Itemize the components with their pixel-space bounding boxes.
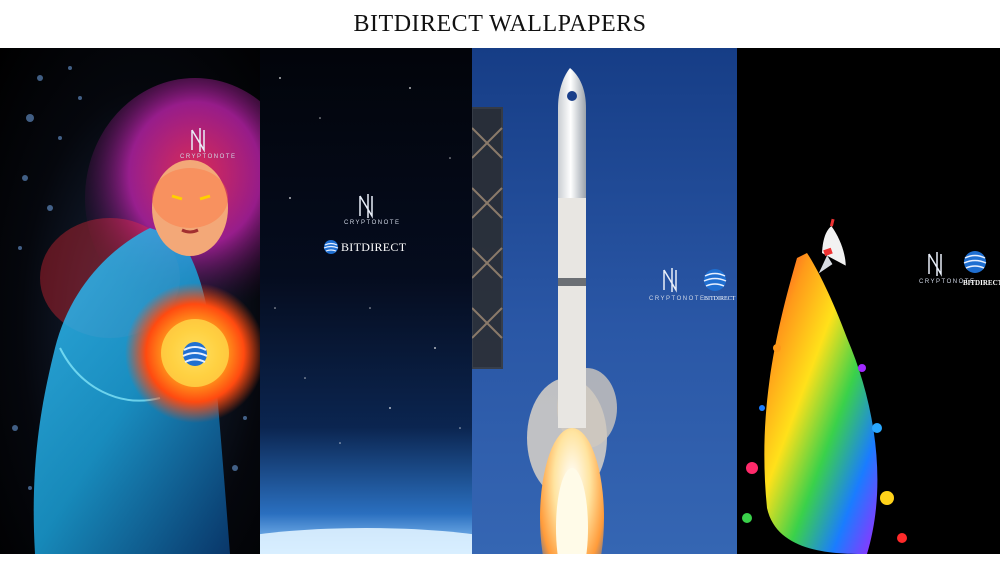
bitdirect-label: BITDIRECT	[963, 279, 1000, 287]
page-title: BITDIRECT WALLPAPERS	[353, 10, 647, 37]
wallpaper-night-sky[interactable]: CRYPTONOTE BITDIRECT	[260, 48, 472, 554]
launch-tower	[472, 107, 503, 369]
cryptonote-logo-icon	[359, 194, 373, 219]
bitdirect-globe-icon	[323, 240, 339, 254]
cryptonote-logo-icon	[191, 128, 205, 153]
bitdirect-globe-icon	[703, 269, 727, 291]
wallpaper-rocket-launch[interactable]: CRYPTONOTE BITDIRECT	[472, 48, 737, 554]
bitdirect-globe-icon	[963, 251, 987, 273]
cryptonote-label: CRYPTONOTE	[180, 154, 237, 160]
wallpaper-rainbow-rocket[interactable]: CRYPTONOTE BITDIRECT	[737, 48, 1000, 554]
cryptonote-logo-icon	[663, 268, 677, 293]
cryptonote-label: CRYPTONOTE	[649, 296, 706, 302]
rainbow-rocket-illustration	[742, 218, 987, 554]
cryptonote-logo-icon	[928, 252, 942, 277]
cryptonote-label: CRYPTONOTE	[344, 220, 401, 226]
starfield	[260, 77, 472, 554]
bitdirect-label: BITDIRECT	[704, 296, 736, 302]
bottom-margin	[0, 554, 1000, 584]
wallpaper-gallery: CRYPTONOTE CRYPTONOTE BITDIRECT CRYPTONO…	[0, 48, 1000, 554]
wallpaper-glowing-figure[interactable]: CRYPTONOTE	[0, 48, 260, 554]
bitdirect-label: BITDIRECT	[341, 240, 407, 254]
